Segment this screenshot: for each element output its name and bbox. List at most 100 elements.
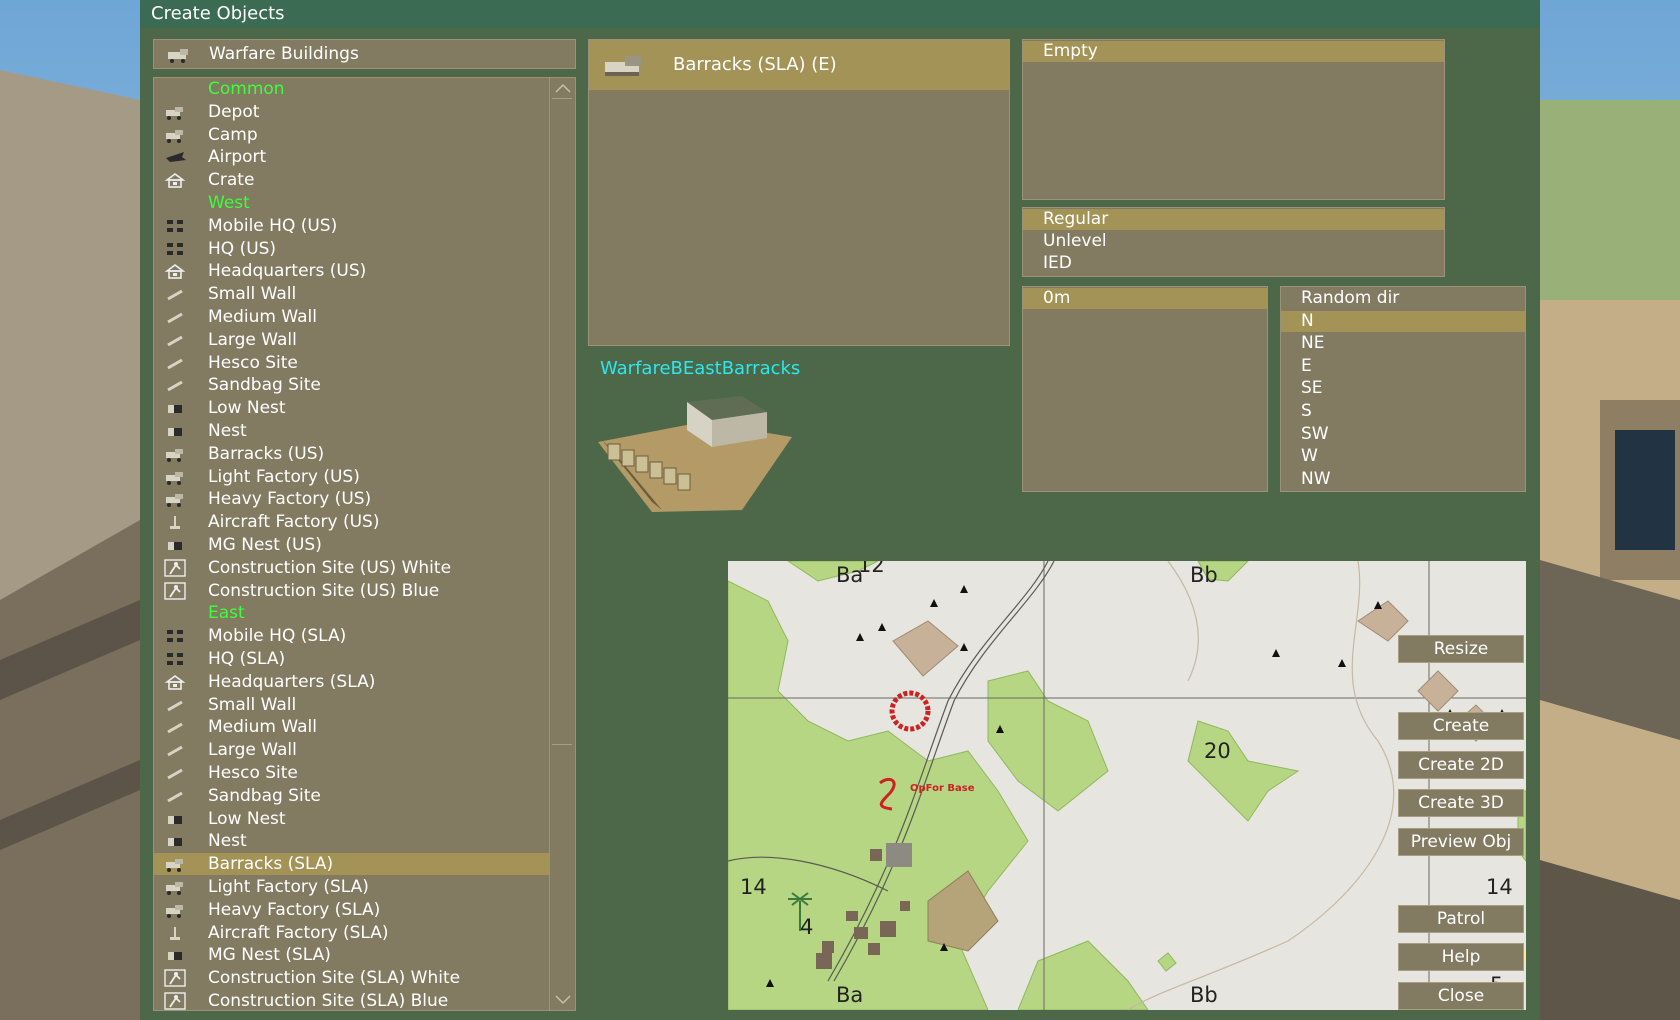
list-item[interactable]: Small Wall: [154, 694, 549, 716]
list-item[interactable]: Crate: [154, 169, 549, 191]
list-item-label: MG Nest (US): [208, 535, 322, 555]
list-item[interactable]: Light Factory (SLA): [154, 876, 549, 898]
crew-list[interactable]: Empty: [1022, 39, 1445, 200]
list-item-label: Hesco Site: [208, 352, 298, 373]
list-item[interactable]: Mobile HQ (US): [154, 215, 549, 237]
list-item[interactable]: Barracks (US): [154, 443, 549, 465]
truck-icon: [166, 471, 183, 485]
list-item[interactable]: Light Factory (US): [154, 466, 549, 488]
direction-list-item[interactable]: NW: [1281, 469, 1525, 490]
list-item-label: HQ (SLA): [208, 649, 286, 669]
list-item[interactable]: Low Nest: [154, 808, 549, 830]
map-label: 14: [1486, 875, 1513, 899]
radius-list-item-label: 0m: [1043, 288, 1071, 308]
wall-icon: [167, 381, 183, 392]
list-item-label: Heavy Factory (US): [208, 489, 372, 510]
list-item[interactable]: Mobile HQ (SLA): [154, 625, 549, 647]
truck-icon: [605, 56, 641, 76]
radius-list-item[interactable]: 0m: [1023, 288, 1267, 309]
list-item[interactable]: Airport: [154, 146, 549, 168]
list-item[interactable]: Large Wall: [154, 329, 549, 351]
skill-list-item[interactable]: Regular: [1023, 209, 1444, 230]
direction-list-item[interactable]: Random dir: [1281, 288, 1525, 309]
list-item[interactable]: Medium Wall: [154, 716, 549, 738]
list-item[interactable]: Hesco Site: [154, 762, 549, 784]
direction-list-item[interactable]: S: [1281, 401, 1525, 422]
list-item[interactable]: Large Wall: [154, 739, 549, 761]
skill-list-item[interactable]: IED: [1023, 253, 1444, 274]
object-list[interactable]: Construction Site (SLA) Blue Construction…: [153, 77, 576, 1011]
object-list-scrollbar[interactable]: [549, 78, 575, 1010]
skill-list[interactable]: Regular Unlevel IED: [1022, 207, 1445, 277]
vehicle-icon: [167, 630, 183, 643]
map-label: Bb: [1190, 563, 1218, 587]
create-2d-button[interactable]: Create 2D: [1398, 751, 1524, 779]
list-item[interactable]: Medium Wall: [154, 306, 549, 328]
crew-list-item[interactable]: Empty: [1023, 41, 1444, 62]
list-item[interactable]: Nest: [154, 830, 549, 852]
list-item[interactable]: Aircraft Factory (SLA): [154, 922, 549, 944]
wall-icon: [167, 745, 183, 757]
list-item-label: Large Wall: [208, 329, 297, 350]
list-item[interactable]: Headquarters (US): [154, 260, 549, 282]
resize-button[interactable]: Resize: [1398, 635, 1524, 663]
direction-list-item-label: E: [1301, 355, 1312, 376]
list-item[interactable]: Construction Site (SLA) Blue: [154, 990, 549, 1010]
skill-list-item[interactable]: Unlevel: [1023, 231, 1444, 252]
list-group-header: East: [154, 602, 549, 624]
preview-object-button[interactable]: Preview Obj: [1398, 828, 1524, 856]
direction-list[interactable]: Random dir N NE E SE S SW W NW: [1280, 286, 1526, 492]
direction-list-item-label: SE: [1301, 378, 1323, 399]
category-dropdown[interactable]: Warfare Buildings: [153, 39, 576, 69]
list-item[interactable]: Nest: [154, 420, 549, 442]
list-item[interactable]: Small Wall: [154, 283, 549, 305]
list-item[interactable]: MG Nest (SLA): [154, 944, 549, 966]
skill-list-item-label: IED: [1043, 253, 1072, 273]
construction-icon: [164, 559, 186, 577]
list-item[interactable]: HQ (SLA): [154, 648, 549, 670]
list-item-label: Sandbag Site: [208, 785, 321, 806]
direction-list-item[interactable]: N: [1281, 310, 1525, 332]
close-button[interactable]: Close: [1398, 982, 1524, 1010]
list-item[interactable]: Sandbag Site: [154, 785, 549, 807]
create-button[interactable]: Create: [1398, 712, 1524, 740]
direction-list-item[interactable]: SE: [1281, 378, 1525, 399]
list-item[interactable]: Sandbag Site: [154, 374, 549, 396]
list-item[interactable]: Construction Site (US) Blue: [154, 580, 549, 602]
list-item[interactable]: Aircraft Factory (US): [154, 511, 549, 533]
wall-icon: [167, 723, 183, 734]
create-3d-button[interactable]: Create 3D: [1398, 789, 1524, 817]
list-item[interactable]: Heavy Factory (SLA): [154, 899, 549, 921]
scrollbar-thumb[interactable]: [552, 98, 572, 745]
list-item[interactable]: Construction Site (SLA) White: [154, 967, 549, 989]
list-item[interactable]: Low Nest: [154, 397, 549, 419]
help-button[interactable]: Help: [1398, 943, 1524, 971]
list-item-label: Low Nest: [208, 808, 286, 829]
construction-icon: [164, 969, 186, 987]
direction-list-item[interactable]: E: [1281, 356, 1525, 377]
list-item[interactable]: Heavy Factory (US): [154, 488, 549, 510]
patrol-button[interactable]: Patrol: [1398, 905, 1524, 933]
selected-object-row[interactable]: Barracks (SLA) (E): [589, 40, 1009, 90]
truck-icon: [166, 494, 183, 508]
list-item[interactable]: Headquarters (SLA): [154, 671, 549, 693]
list-item[interactable]: Camp: [154, 124, 549, 146]
vehicle-icon: [167, 242, 183, 255]
list-item[interactable]: Hesco Site: [154, 352, 549, 374]
direction-list-item-label: NW: [1301, 468, 1331, 489]
wall-icon: [167, 335, 183, 347]
list-item[interactable]: MG Nest (US): [154, 534, 549, 556]
placement-radius-list[interactable]: 0m: [1022, 286, 1268, 492]
list-item-label: Barracks (SLA): [208, 854, 334, 875]
direction-list-item[interactable]: SW: [1281, 424, 1525, 445]
direction-list-item[interactable]: NE: [1281, 333, 1525, 354]
list-group-header: Common: [154, 78, 549, 100]
list-item-label: Mobile HQ (SLA): [208, 626, 347, 647]
list-item[interactable]: HQ (US): [154, 238, 549, 260]
list-item-label: Construction Site (US) Blue: [208, 580, 440, 601]
list-item[interactable]: Construction Site (US) White: [154, 557, 549, 579]
truck-icon: [166, 129, 183, 143]
list-item[interactable]: Depot: [154, 101, 549, 123]
direction-list-item[interactable]: W: [1281, 446, 1525, 467]
list-item[interactable]: Barracks (SLA): [154, 853, 549, 876]
